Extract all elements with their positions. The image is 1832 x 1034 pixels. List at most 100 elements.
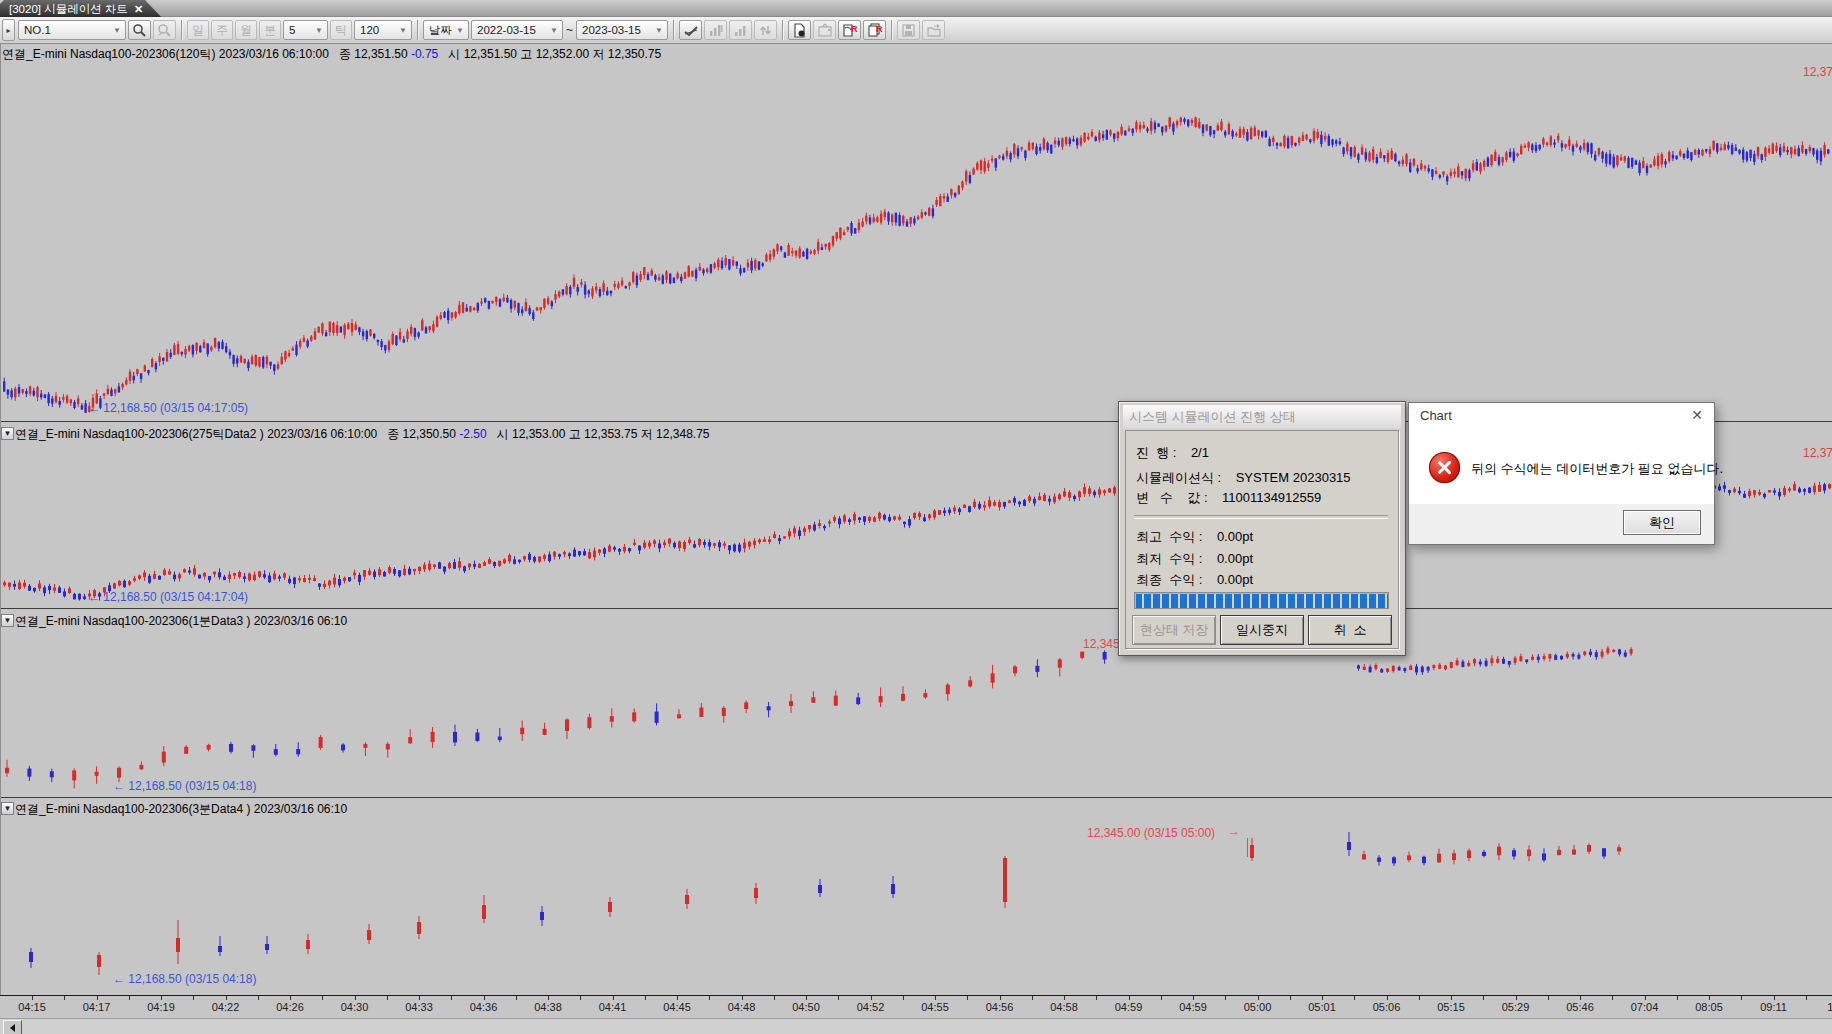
new-chart-icon[interactable] bbox=[788, 20, 811, 40]
axis-tick bbox=[1129, 996, 1130, 1000]
time-axis-label: 05:06 bbox=[1373, 1001, 1401, 1013]
time-axis-label: 05:01 bbox=[1308, 1001, 1336, 1013]
trendline-check-icon[interactable] bbox=[679, 20, 702, 40]
axis-tick bbox=[1419, 996, 1420, 1000]
time-axis-label: 04:45 bbox=[663, 1001, 691, 1013]
chevron-down-icon[interactable]: ▼ bbox=[651, 26, 667, 35]
date-to-combo[interactable]: 2023-03-15 ▼ bbox=[576, 20, 668, 40]
alert-title[interactable]: Chart bbox=[1420, 408, 1452, 423]
progress-row-min: 최저 수익 : 0.00pt bbox=[1136, 550, 1253, 568]
axis-tick bbox=[1193, 996, 1194, 1000]
p2-right-price: 12,37 bbox=[1803, 446, 1832, 460]
panel-header-3[interactable]: 연결_E-mini Nasdaq100-202306(1분Data3 ) 202… bbox=[15, 613, 347, 630]
alert-ok-button[interactable]: 확인 bbox=[1623, 510, 1701, 535]
time-axis-label: 09:11 bbox=[1760, 1001, 1787, 1013]
progress-row-variable: 변 수 값 : 11001134912559 bbox=[1136, 489, 1321, 507]
chart-left-border bbox=[0, 44, 1, 995]
symbol-combo-value: NO.1 bbox=[24, 24, 51, 36]
tab-simulation-chart[interactable]: [3020] 시뮬레이션 차트 ✕ bbox=[0, 0, 161, 17]
panel-header-text: -0.75 bbox=[411, 47, 438, 61]
axis-tick bbox=[1580, 996, 1581, 1000]
chevron-down-icon[interactable]: ▼ bbox=[452, 26, 468, 35]
panel-collapse-button-3[interactable]: ▼ bbox=[1, 614, 14, 627]
p4-low-label: ← 12,168.50 (03/15 04:18) bbox=[113, 972, 256, 986]
axis-tick bbox=[774, 996, 775, 1000]
alert-close-icon[interactable]: ✕ bbox=[1691, 407, 1703, 423]
axis-line bbox=[0, 995, 1832, 996]
date-from-combo[interactable]: 2022-03-15▼ bbox=[471, 20, 563, 40]
axis-tick bbox=[935, 996, 936, 1000]
axis-tick bbox=[1064, 996, 1065, 1000]
toolbar-grip[interactable]: ▸ bbox=[2, 19, 15, 41]
axis-tick bbox=[709, 996, 710, 1000]
report-r-icon[interactable]: R bbox=[838, 20, 861, 40]
axis-tick bbox=[97, 996, 98, 1000]
tab-close-icon[interactable]: ✕ bbox=[134, 1, 143, 17]
panel-header-text: 시 12,353.00 고 12,353.75 저 12,348.75 bbox=[487, 427, 710, 441]
search-icon[interactable] bbox=[128, 20, 151, 40]
progress-dialog-title[interactable]: 시스템 시뮬레이션 진행 상태 bbox=[1123, 405, 1401, 429]
tick-combo[interactable]: 120▼ bbox=[354, 20, 412, 40]
scroll-left-button[interactable] bbox=[3, 1020, 22, 1034]
error-icon bbox=[1429, 452, 1460, 483]
save-state-button[interactable]: 현상태 저장 bbox=[1132, 615, 1216, 645]
time-axis-label: 04:15 bbox=[18, 1001, 46, 1013]
date-to-combo-value: 2023-03-15 bbox=[582, 24, 641, 36]
time-axis-label: 05:00 bbox=[1244, 1001, 1272, 1013]
axis-tick bbox=[290, 996, 291, 1000]
panel-header-2[interactable]: 연결_E-mini Nasdaq100-202306(275틱Data2 ) 2… bbox=[15, 426, 709, 443]
axis-tick bbox=[64, 996, 65, 1000]
panel-header-1[interactable]: 연결_E-mini Nasdaq100-202306(120틱) 2023/03… bbox=[2, 46, 661, 63]
export-icon[interactable] bbox=[922, 20, 945, 40]
axis-tick bbox=[967, 996, 968, 1000]
axis-tick bbox=[1322, 996, 1323, 1000]
minute-combo[interactable]: 5▼ bbox=[283, 20, 328, 40]
axis-tick bbox=[419, 996, 420, 1000]
axis-tick bbox=[742, 996, 743, 1000]
chevron-down-icon[interactable]: ▼ bbox=[109, 26, 125, 35]
p1-low-label: ← 12,168.50 (03/15 04:17:05) bbox=[88, 401, 248, 415]
volume-bars-icon[interactable] bbox=[729, 20, 752, 40]
p2-low-label: ← 12,168.50 (03/15 04:17:04) bbox=[88, 590, 248, 604]
axis-tick bbox=[645, 996, 646, 1000]
panel-separator-2[interactable] bbox=[0, 608, 1832, 609]
chevron-down-icon[interactable]: ▼ bbox=[546, 26, 562, 35]
date-mode-combo[interactable]: 날짜▼ bbox=[423, 20, 469, 40]
left-arrow-icon bbox=[10, 1024, 15, 1032]
sort-arrows-icon[interactable] bbox=[754, 20, 777, 40]
axis-tick bbox=[161, 996, 162, 1000]
panel-collapse-button-4[interactable]: ▼ bbox=[1, 802, 14, 815]
copy-r-icon[interactable]: R bbox=[863, 20, 886, 40]
axis-tick bbox=[193, 996, 194, 1000]
panel-collapse-button-2[interactable]: ▼ bbox=[1, 427, 14, 440]
period-week-button[interactable]: 주 bbox=[211, 20, 233, 40]
panel-separator-3[interactable] bbox=[0, 797, 1832, 798]
p3-low-label: ← 12,168.50 (03/15 04:18) bbox=[113, 779, 256, 793]
period-tick-button[interactable]: 틱 bbox=[330, 20, 352, 40]
axis-tick bbox=[903, 996, 904, 1000]
search-remove-icon[interactable] bbox=[153, 20, 176, 40]
p4-high-arrow: → bbox=[1228, 824, 1240, 838]
period-day-button[interactable]: 일 bbox=[187, 20, 209, 40]
period-minute-button[interactable]: 분 bbox=[259, 20, 281, 40]
time-axis-label: 04:55 bbox=[921, 1001, 949, 1013]
chevron-down-icon[interactable]: ▼ bbox=[311, 26, 327, 35]
time-axis-label: 10:0 bbox=[1827, 1001, 1832, 1013]
period-month-button[interactable]: 월 bbox=[235, 20, 257, 40]
monitor-icon[interactable] bbox=[813, 20, 836, 40]
axis-tick bbox=[1516, 996, 1517, 1000]
tab-bar: [3020] 시뮬레이션 차트 ✕ bbox=[0, 0, 1832, 17]
axis-tick bbox=[1483, 996, 1484, 1000]
horizontal-scrollbar[interactable] bbox=[0, 1018, 1832, 1034]
cancel-button[interactable]: 취 소 bbox=[1308, 615, 1392, 645]
axis-tick bbox=[1774, 996, 1775, 1000]
time-axis-label: 04:33 bbox=[405, 1001, 433, 1013]
time-axis-label: 04:30 bbox=[341, 1001, 369, 1013]
volume-signal-icon[interactable] bbox=[704, 20, 727, 40]
save-icon[interactable] bbox=[897, 20, 920, 40]
symbol-combo[interactable]: NO.1 ▼ bbox=[18, 20, 126, 40]
pause-button[interactable]: 일시중지 bbox=[1220, 615, 1304, 645]
time-axis-label: 04:17 bbox=[83, 1001, 111, 1013]
chevron-down-icon[interactable]: ▼ bbox=[395, 26, 411, 35]
panel-header-4[interactable]: 연결_E-mini Nasdaq100-202306(3분Data4 ) 202… bbox=[15, 801, 347, 818]
